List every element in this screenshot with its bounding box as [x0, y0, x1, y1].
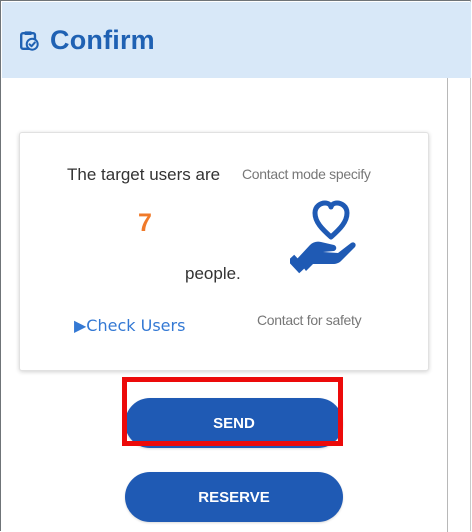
target-user-count: 7: [138, 209, 152, 237]
heart-in-hand-icon: [290, 200, 356, 274]
panel-header: Confirm: [2, 2, 471, 78]
clipboard-check-icon: [20, 31, 39, 51]
divider: [447, 78, 448, 532]
summary-card: The target users are 7 people. ▶Check Us…: [19, 132, 429, 371]
target-users-text: The target users are: [67, 165, 221, 184]
check-users-link[interactable]: ▶Check Users: [74, 316, 185, 335]
people-text: people.: [185, 264, 241, 283]
confirm-panel: Confirm The target users are 7 people. ▶…: [0, 0, 471, 532]
reserve-button[interactable]: RESERVE: [125, 472, 343, 522]
contact-mode-label: Contact mode specify: [242, 166, 371, 182]
contact-mode-value: Contact for safety: [257, 312, 362, 328]
send-button[interactable]: SEND: [125, 398, 343, 448]
page-title: Confirm: [50, 24, 155, 55]
